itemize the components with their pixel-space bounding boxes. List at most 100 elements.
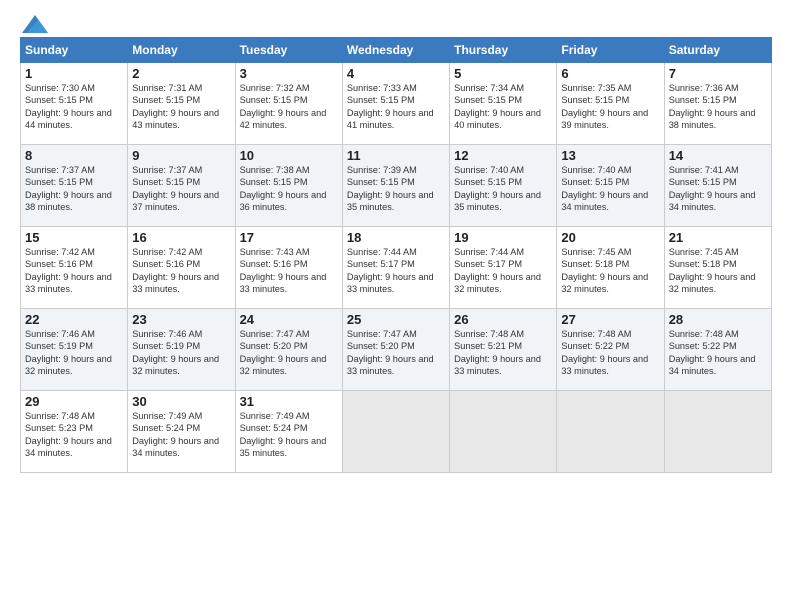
cell-info: Sunrise: 7:43 AMSunset: 5:16 PMDaylight:… bbox=[240, 247, 327, 294]
weekday-thursday: Thursday bbox=[450, 38, 557, 63]
cell-info: Sunrise: 7:42 AMSunset: 5:16 PMDaylight:… bbox=[132, 247, 219, 294]
calendar-cell: 18Sunrise: 7:44 AMSunset: 5:17 PMDayligh… bbox=[342, 227, 449, 309]
cell-info: Sunrise: 7:37 AMSunset: 5:15 PMDaylight:… bbox=[25, 165, 112, 212]
calendar-cell bbox=[450, 391, 557, 473]
week-row-1: 1 Sunrise: 7:30 AMSunset: 5:15 PMDaylight… bbox=[21, 63, 772, 145]
calendar-cell: 13Sunrise: 7:40 AMSunset: 5:15 PMDayligh… bbox=[557, 145, 664, 227]
week-row-2: 8 Sunrise: 7:37 AMSunset: 5:15 PMDaylight… bbox=[21, 145, 772, 227]
calendar-cell: 16 Sunrise: 7:42 AMSunset: 5:16 PMDayligh… bbox=[128, 227, 235, 309]
week-row-4: 22Sunrise: 7:46 AMSunset: 5:19 PMDayligh… bbox=[21, 309, 772, 391]
cell-info: Sunrise: 7:31 AMSunset: 5:15 PMDaylight:… bbox=[132, 83, 219, 130]
day-number: 3 bbox=[240, 66, 338, 81]
day-number: 9 bbox=[132, 148, 230, 163]
calendar-table: SundayMondayTuesdayWednesdayThursdayFrid… bbox=[20, 37, 772, 473]
weekday-saturday: Saturday bbox=[664, 38, 771, 63]
calendar-cell: 24Sunrise: 7:47 AMSunset: 5:20 PMDayligh… bbox=[235, 309, 342, 391]
day-number: 4 bbox=[347, 66, 445, 81]
cell-info: Sunrise: 7:42 AMSunset: 5:16 PMDaylight:… bbox=[25, 247, 112, 294]
day-number: 13 bbox=[561, 148, 659, 163]
calendar-cell: 17 Sunrise: 7:43 AMSunset: 5:16 PMDayligh… bbox=[235, 227, 342, 309]
calendar-cell: 26 Sunrise: 7:48 AMSunset: 5:21 PMDayligh… bbox=[450, 309, 557, 391]
cell-info: Sunrise: 7:32 AMSunset: 5:15 PMDaylight:… bbox=[240, 83, 327, 130]
calendar-cell: 21 Sunrise: 7:45 AMSunset: 5:18 PMDayligh… bbox=[664, 227, 771, 309]
day-number: 22 bbox=[25, 312, 123, 327]
day-number: 14 bbox=[669, 148, 767, 163]
day-number: 16 bbox=[132, 230, 230, 245]
main-container: SundayMondayTuesdayWednesdayThursdayFrid… bbox=[0, 0, 792, 612]
weekday-friday: Friday bbox=[557, 38, 664, 63]
cell-info: Sunrise: 7:47 AMSunset: 5:20 PMDaylight:… bbox=[240, 329, 327, 376]
calendar-cell: 31 Sunrise: 7:49 AMSunset: 5:24 PMDayligh… bbox=[235, 391, 342, 473]
cell-info: Sunrise: 7:47 AMSunset: 5:20 PMDaylight:… bbox=[347, 329, 434, 376]
cell-info: Sunrise: 7:45 AMSunset: 5:18 PMDaylight:… bbox=[669, 247, 756, 294]
calendar-cell: 29Sunrise: 7:48 AMSunset: 5:23 PMDayligh… bbox=[21, 391, 128, 473]
day-number: 30 bbox=[132, 394, 230, 409]
weekday-header-row: SundayMondayTuesdayWednesdayThursdayFrid… bbox=[21, 38, 772, 63]
calendar-cell: 14Sunrise: 7:41 AMSunset: 5:15 PMDayligh… bbox=[664, 145, 771, 227]
week-row-3: 15 Sunrise: 7:42 AMSunset: 5:16 PMDayligh… bbox=[21, 227, 772, 309]
cell-info: Sunrise: 7:37 AMSunset: 5:15 PMDaylight:… bbox=[132, 165, 219, 212]
calendar-cell: 5 Sunrise: 7:34 AMSunset: 5:15 PMDaylight… bbox=[450, 63, 557, 145]
calendar-cell: 23Sunrise: 7:46 AMSunset: 5:19 PMDayligh… bbox=[128, 309, 235, 391]
calendar-cell: 27Sunrise: 7:48 AMSunset: 5:22 PMDayligh… bbox=[557, 309, 664, 391]
cell-info: Sunrise: 7:49 AMSunset: 5:24 PMDaylight:… bbox=[132, 411, 219, 458]
day-number: 17 bbox=[240, 230, 338, 245]
cell-info: Sunrise: 7:34 AMSunset: 5:15 PMDaylight:… bbox=[454, 83, 541, 130]
day-number: 15 bbox=[25, 230, 123, 245]
calendar-cell bbox=[664, 391, 771, 473]
day-number: 21 bbox=[669, 230, 767, 245]
cell-info: Sunrise: 7:48 AMSunset: 5:22 PMDaylight:… bbox=[669, 329, 756, 376]
cell-info: Sunrise: 7:30 AMSunset: 5:15 PMDaylight:… bbox=[25, 83, 112, 130]
calendar-cell: 6 Sunrise: 7:35 AMSunset: 5:15 PMDaylight… bbox=[557, 63, 664, 145]
day-number: 11 bbox=[347, 148, 445, 163]
calendar-cell: 4 Sunrise: 7:33 AMSunset: 5:15 PMDaylight… bbox=[342, 63, 449, 145]
calendar-cell: 2 Sunrise: 7:31 AMSunset: 5:15 PMDaylight… bbox=[128, 63, 235, 145]
calendar-cell: 7 Sunrise: 7:36 AMSunset: 5:15 PMDaylight… bbox=[664, 63, 771, 145]
cell-info: Sunrise: 7:35 AMSunset: 5:15 PMDaylight:… bbox=[561, 83, 648, 130]
day-number: 5 bbox=[454, 66, 552, 81]
cell-info: Sunrise: 7:38 AMSunset: 5:15 PMDaylight:… bbox=[240, 165, 327, 212]
cell-info: Sunrise: 7:39 AMSunset: 5:15 PMDaylight:… bbox=[347, 165, 434, 212]
day-number: 23 bbox=[132, 312, 230, 327]
calendar-cell: 15 Sunrise: 7:42 AMSunset: 5:16 PMDayligh… bbox=[21, 227, 128, 309]
day-number: 10 bbox=[240, 148, 338, 163]
calendar-cell: 3 Sunrise: 7:32 AMSunset: 5:15 PMDaylight… bbox=[235, 63, 342, 145]
cell-info: Sunrise: 7:36 AMSunset: 5:15 PMDaylight:… bbox=[669, 83, 756, 130]
cell-info: Sunrise: 7:48 AMSunset: 5:21 PMDaylight:… bbox=[454, 329, 541, 376]
weekday-sunday: Sunday bbox=[21, 38, 128, 63]
calendar-cell: 28Sunrise: 7:48 AMSunset: 5:22 PMDayligh… bbox=[664, 309, 771, 391]
week-row-5: 29Sunrise: 7:48 AMSunset: 5:23 PMDayligh… bbox=[21, 391, 772, 473]
day-number: 29 bbox=[25, 394, 123, 409]
calendar-cell: 20 Sunrise: 7:45 AMSunset: 5:18 PMDayligh… bbox=[557, 227, 664, 309]
header bbox=[20, 15, 772, 29]
day-number: 6 bbox=[561, 66, 659, 81]
calendar-cell: 9 Sunrise: 7:37 AMSunset: 5:15 PMDaylight… bbox=[128, 145, 235, 227]
day-number: 7 bbox=[669, 66, 767, 81]
cell-info: Sunrise: 7:40 AMSunset: 5:15 PMDaylight:… bbox=[454, 165, 541, 212]
weekday-wednesday: Wednesday bbox=[342, 38, 449, 63]
day-number: 20 bbox=[561, 230, 659, 245]
cell-info: Sunrise: 7:49 AMSunset: 5:24 PMDaylight:… bbox=[240, 411, 327, 458]
day-number: 2 bbox=[132, 66, 230, 81]
calendar-cell: 30 Sunrise: 7:49 AMSunset: 5:24 PMDayligh… bbox=[128, 391, 235, 473]
calendar-cell: 11 Sunrise: 7:39 AMSunset: 5:15 PMDayligh… bbox=[342, 145, 449, 227]
day-number: 31 bbox=[240, 394, 338, 409]
day-number: 1 bbox=[25, 66, 123, 81]
cell-info: Sunrise: 7:33 AMSunset: 5:15 PMDaylight:… bbox=[347, 83, 434, 130]
calendar-cell: 22Sunrise: 7:46 AMSunset: 5:19 PMDayligh… bbox=[21, 309, 128, 391]
cell-info: Sunrise: 7:44 AMSunset: 5:17 PMDaylight:… bbox=[454, 247, 541, 294]
calendar-cell: 10 Sunrise: 7:38 AMSunset: 5:15 PMDayligh… bbox=[235, 145, 342, 227]
calendar-cell bbox=[342, 391, 449, 473]
day-number: 8 bbox=[25, 148, 123, 163]
calendar-cell: 12Sunrise: 7:40 AMSunset: 5:15 PMDayligh… bbox=[450, 145, 557, 227]
logo-icon bbox=[22, 15, 48, 33]
cell-info: Sunrise: 7:45 AMSunset: 5:18 PMDaylight:… bbox=[561, 247, 648, 294]
calendar-cell: 8 Sunrise: 7:37 AMSunset: 5:15 PMDaylight… bbox=[21, 145, 128, 227]
day-number: 27 bbox=[561, 312, 659, 327]
calendar-cell: 19 Sunrise: 7:44 AMSunset: 5:17 PMDayligh… bbox=[450, 227, 557, 309]
weekday-tuesday: Tuesday bbox=[235, 38, 342, 63]
weekday-monday: Monday bbox=[128, 38, 235, 63]
day-number: 19 bbox=[454, 230, 552, 245]
day-number: 26 bbox=[454, 312, 552, 327]
logo bbox=[20, 15, 48, 29]
